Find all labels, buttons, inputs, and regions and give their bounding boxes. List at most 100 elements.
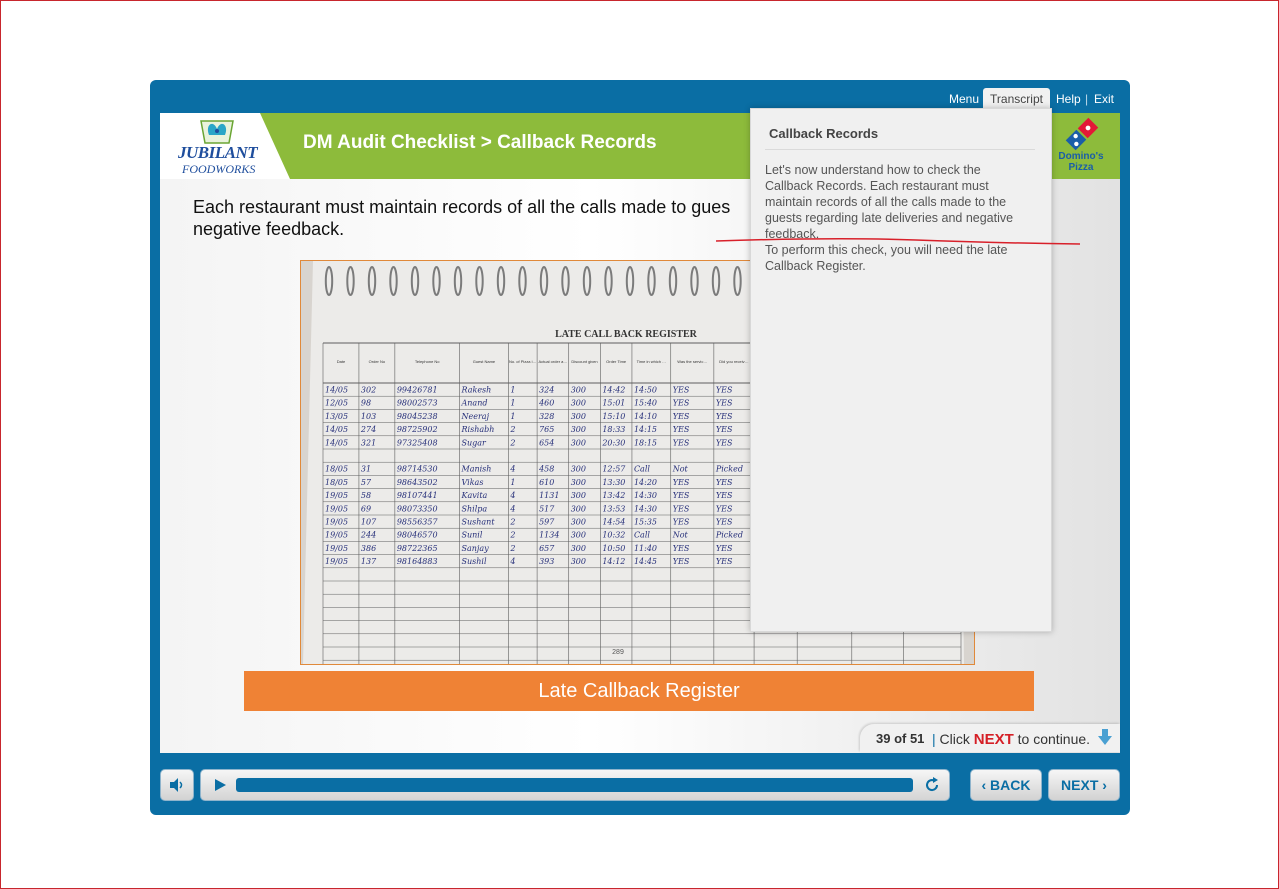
register-column-header: No. of Pizza i… xyxy=(509,359,537,364)
register-cell: Call xyxy=(634,531,650,540)
register-cell: 19/05 xyxy=(325,557,348,566)
course-player: Menu Help | Exit Transcript JUBILANT FOO… xyxy=(150,80,1130,815)
register-cell: 15:35 xyxy=(634,518,657,527)
register-cell: 300 xyxy=(571,544,586,553)
register-cell: 14:42 xyxy=(602,386,625,395)
register-cell: YES xyxy=(673,544,690,553)
register-cell: 300 xyxy=(571,504,586,513)
register-column-header: Order Time xyxy=(606,359,627,364)
register-cell: 19/05 xyxy=(325,531,348,540)
register-column-header: Guest Name xyxy=(473,359,496,364)
register-cell: 14:54 xyxy=(602,518,625,527)
register-cell: YES xyxy=(716,518,733,527)
register-cell: 2 xyxy=(509,425,515,434)
register-cell: 137 xyxy=(361,557,377,566)
seek-track[interactable] xyxy=(236,778,913,792)
seek-bar[interactable] xyxy=(200,769,950,801)
register-cell: YES xyxy=(673,478,690,487)
register-cell: 274 xyxy=(360,425,376,434)
back-button[interactable]: ‹ BACK xyxy=(970,769,1042,801)
continue-instruction: | Click NEXT to continue. xyxy=(932,731,1091,748)
register-cell: Rishabh xyxy=(461,425,495,434)
menu-link[interactable]: Menu xyxy=(949,92,979,106)
register-cell: Picked xyxy=(715,531,743,540)
foodworks-wordmark: FOODWORKS xyxy=(182,162,256,176)
register-cell: 2 xyxy=(509,518,515,527)
register-cell: 300 xyxy=(571,399,586,408)
register-cell: 4 xyxy=(509,491,515,500)
register-cell: 19/05 xyxy=(325,544,348,553)
audio-button[interactable] xyxy=(160,769,194,801)
jubilant-wordmark: JUBILANT xyxy=(178,143,258,162)
replay-icon[interactable] xyxy=(923,776,941,794)
transcript-title: Callback Records xyxy=(769,126,879,141)
transcript-tab[interactable]: Transcript xyxy=(983,88,1050,110)
register-column-header: Order No xyxy=(369,359,386,364)
register-cell: YES xyxy=(673,438,690,447)
register-cell: 300 xyxy=(571,531,586,540)
register-cell: YES xyxy=(673,504,690,513)
register-cell: 2 xyxy=(509,438,515,447)
register-cell: 19/05 xyxy=(325,504,348,513)
register-cell: YES xyxy=(716,478,733,487)
register-cell: 18:33 xyxy=(602,425,625,434)
register-cell: YES xyxy=(716,425,733,434)
exit-link[interactable]: Exit xyxy=(1094,92,1114,106)
play-icon[interactable] xyxy=(213,777,227,793)
register-cell: YES xyxy=(673,412,690,421)
register-cell: 321 xyxy=(361,438,376,447)
register-cell: Kavita xyxy=(461,491,488,500)
register-cell: 14:45 xyxy=(634,557,657,566)
register-cell: Sanjay xyxy=(462,544,490,553)
register-cell: 14:30 xyxy=(634,504,657,513)
register-cell: 14/05 xyxy=(325,438,348,447)
help-link[interactable]: Help xyxy=(1056,92,1081,106)
register-cell: 1134 xyxy=(539,531,559,540)
register-cell: 1 xyxy=(510,399,515,408)
register-cell: 18:15 xyxy=(634,438,657,447)
register-cell: 98002573 xyxy=(397,399,438,408)
nav-separator: | xyxy=(1085,92,1089,106)
register-column-header: Discount given xyxy=(571,359,597,364)
register-cell: 460 xyxy=(538,399,554,408)
register-cell: 244 xyxy=(360,531,376,540)
register-cell: 300 xyxy=(571,518,586,527)
register-cell: 98045238 xyxy=(397,412,438,421)
register-cell: 20:30 xyxy=(601,438,625,447)
next-button[interactable]: NEXT › xyxy=(1048,769,1120,801)
register-cell: Manish xyxy=(461,465,492,474)
register-cell: 15:10 xyxy=(602,412,625,421)
register-cell: 458 xyxy=(538,465,554,474)
register-cell: 324 xyxy=(539,386,554,395)
body-text: Each restaurant must maintain records of… xyxy=(193,197,731,239)
register-cell: 657 xyxy=(539,544,555,553)
register-page-number: 289 xyxy=(612,649,624,656)
transcript-divider xyxy=(765,149,1035,150)
transcript-body: Let's now understand how to check the Ca… xyxy=(765,163,1014,273)
register-cell: 393 xyxy=(539,557,554,566)
register-cell: YES xyxy=(673,425,690,434)
register-cell: Not xyxy=(672,465,689,474)
register-cell: 98556357 xyxy=(397,518,439,527)
register-cell: 98643502 xyxy=(397,478,438,487)
register-cell: Shilpa xyxy=(462,504,488,513)
annotation-stroke xyxy=(716,237,1080,245)
register-cell: 328 xyxy=(539,412,554,421)
register-cell: Neeraj xyxy=(461,412,490,421)
register-cell: 103 xyxy=(361,412,376,421)
register-column-header: Time in which … xyxy=(637,359,666,364)
register-cell: 300 xyxy=(571,465,586,474)
register-cell: 2 xyxy=(509,544,515,553)
register-cell: 12:57 xyxy=(602,465,626,474)
register-cell: 517 xyxy=(539,504,555,513)
register-cell: 58 xyxy=(361,491,371,500)
register-cell: 14:30 xyxy=(634,491,657,500)
register-cell: 18/05 xyxy=(325,465,348,474)
register-cell: YES xyxy=(673,399,690,408)
register-cell: YES xyxy=(716,557,733,566)
register-cell: 69 xyxy=(361,504,371,513)
register-cell: 15:01 xyxy=(602,399,625,408)
register-cell: 57 xyxy=(361,478,372,487)
register-cell: 98722365 xyxy=(397,544,438,553)
register-cell: 98046570 xyxy=(397,531,438,540)
